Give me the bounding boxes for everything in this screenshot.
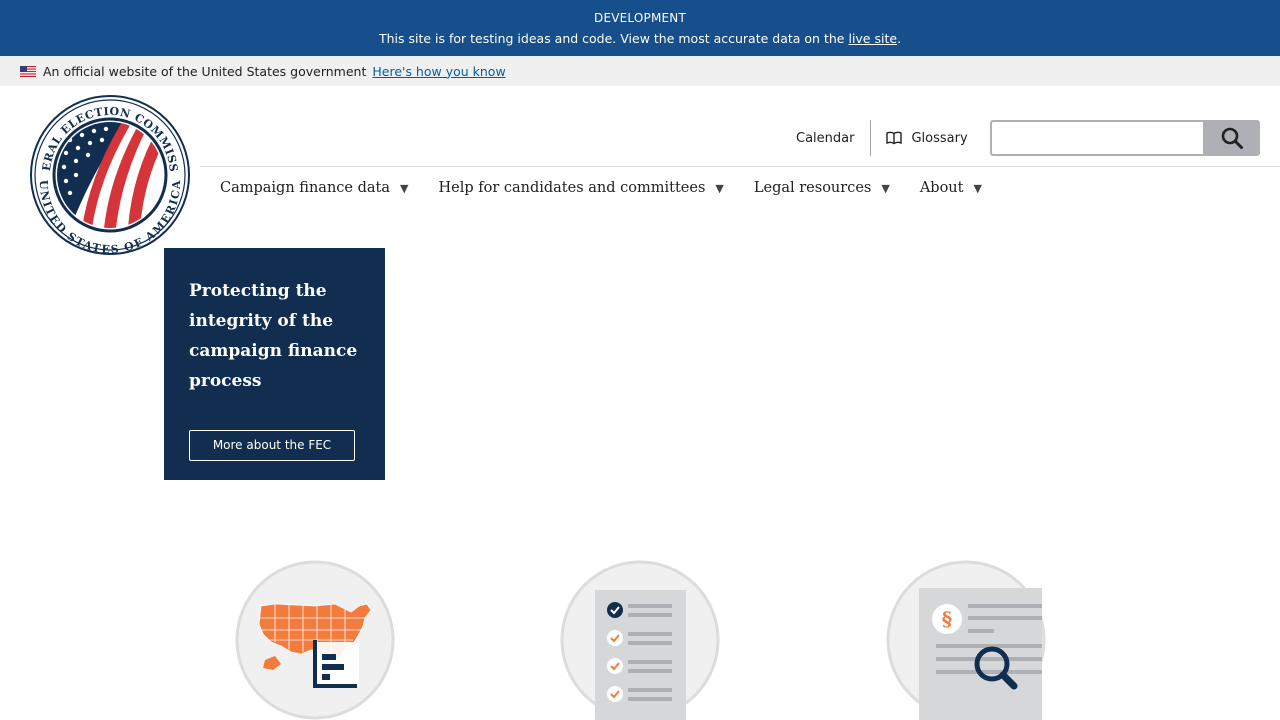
us-map-chart-icon[interactable] [235,560,395,720]
caret-down-icon: ▼ [973,181,982,195]
nav-item-label: Help for candidates and committees [438,180,706,196]
development-message: This site is for testing ideas and code.… [0,31,1280,46]
development-message-text: This site is for testing ideas and code.… [378,31,845,46]
book-icon [886,131,903,145]
calendar-link[interactable]: Calendar [780,131,870,146]
development-banner: DEVELOPMENT This site is for testing ide… [0,0,1280,56]
caret-down-icon: ▼ [715,181,724,195]
glossary-label: Glossary [911,130,968,146]
utility-nav: Calendar Glossary [780,120,968,156]
development-message-suffix: . [897,31,902,46]
nav-item-label: Legal resources [753,180,872,196]
nav-help-for-candidates[interactable]: Help for candidates and committees ▼ [438,176,723,200]
search-input[interactable] [990,120,1203,156]
live-site-link[interactable]: live site [848,31,897,46]
legal-document-search-icon[interactable]: § [886,560,1046,720]
hero-panel: Protecting the integrity of the campaign… [164,248,385,480]
caret-down-icon: ▼ [400,181,409,195]
fec-seal-icon: FEDERAL ELECTION COMMISSION UNITED STATE… [25,85,190,256]
hero-title: Protecting the integrity of the campaign… [189,281,358,391]
heres-how-you-know-link[interactable]: Here's how you know [372,64,505,79]
development-title: DEVELOPMENT [594,11,686,25]
caret-down-icon: ▼ [881,181,890,195]
nav-legal-resources[interactable]: Legal resources ▼ [754,176,890,200]
nav-item-label: Campaign finance data [220,180,390,196]
nav-item-label: About [919,180,964,196]
svg-text:§: § [942,607,952,631]
checklist-icon[interactable] [560,560,720,720]
main-navigation: Campaign finance data ▼ Help for candidat… [220,176,1012,200]
us-flag-icon [20,65,36,77]
nav-campaign-finance-data[interactable]: Campaign finance data ▼ [220,176,408,200]
nav-divider [200,166,1280,167]
site-search [990,120,1260,156]
search-icon [1221,127,1243,149]
search-button[interactable] [1203,120,1260,156]
fec-seal-logo[interactable]: FEDERAL ELECTION COMMISSION UNITED STATE… [25,85,190,256]
more-about-fec-button[interactable]: More about the FEC [189,430,355,461]
nav-about[interactable]: About ▼ [920,176,982,200]
gov-banner-text: An official website of the United States… [43,63,367,79]
glossary-link[interactable]: Glossary [871,130,968,146]
gov-banner: An official website of the United States… [0,56,1280,86]
